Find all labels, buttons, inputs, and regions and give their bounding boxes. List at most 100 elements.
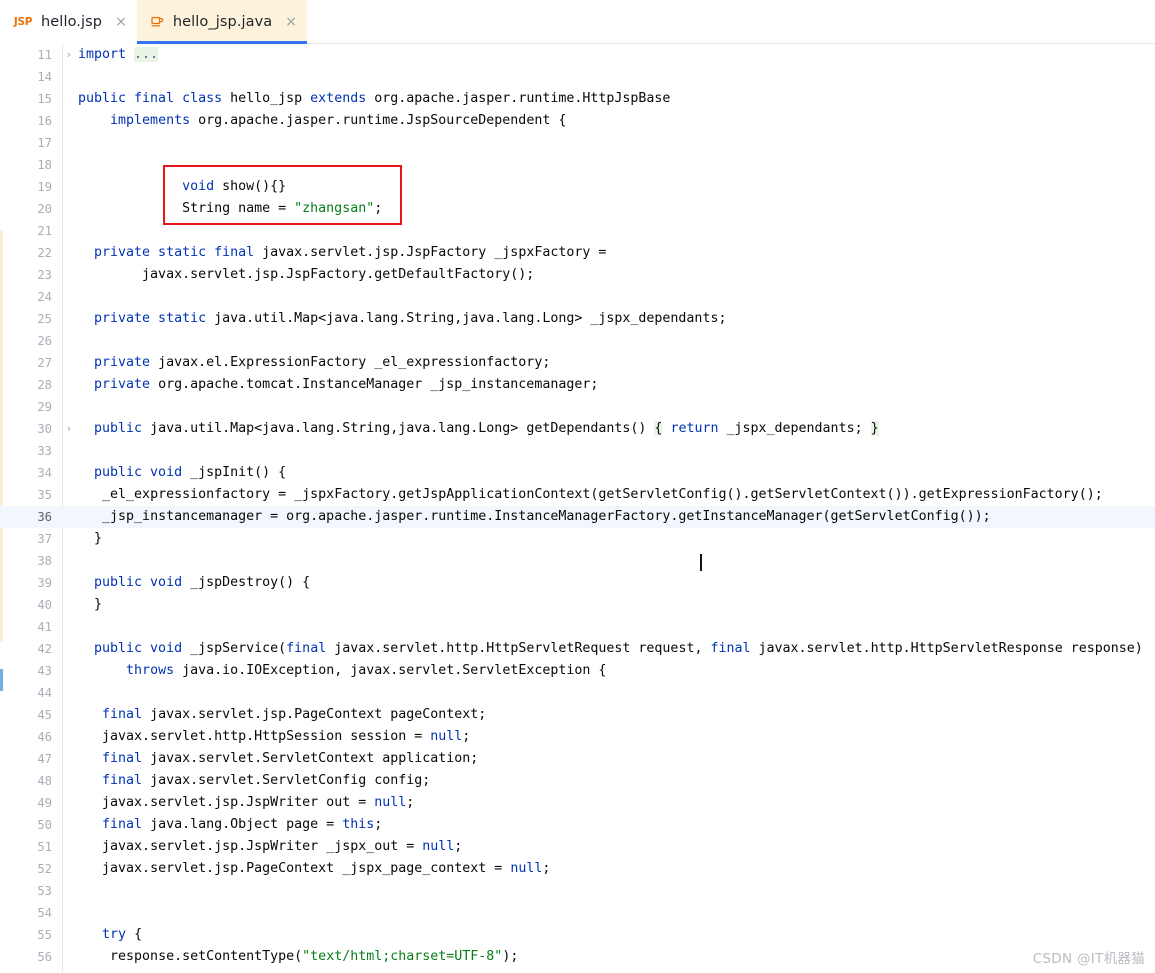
code-token: javax.servlet.http.HttpServletResponse r… <box>750 641 1143 656</box>
line-number: 47 <box>37 752 52 766</box>
code-token: _jspService( <box>190 641 287 656</box>
code-line[interactable]: 52 javax.servlet.jsp.PageContext _jspx_p… <box>0 858 1155 880</box>
code-line[interactable]: 42 public void _jspService(final javax.s… <box>0 638 1155 660</box>
code-line[interactable]: 27 private javax.el.ExpressionFactory _e… <box>0 352 1155 374</box>
code-line[interactable]: 15 public final class hello_jsp extends o… <box>0 88 1155 110</box>
code-line[interactable]: 36 _jsp_instancemanager = org.apache.jas… <box>0 506 1155 528</box>
code-line[interactable]: 22 private static final javax.servlet.js… <box>0 242 1155 264</box>
code-token: ); <box>502 949 519 964</box>
code-token: java.io.IOException, javax.servlet.Servl… <box>174 663 607 678</box>
code-line[interactable]: 56 response.setContentType("text/html;ch… <box>0 946 1155 968</box>
line-number: 44 <box>37 686 52 700</box>
code-token: import <box>78 47 135 62</box>
code-text: final javax.servlet.jsp.PageContext page… <box>78 704 486 726</box>
code-line[interactable]: 35 _el_expressionfactory = _jspxFactory.… <box>0 484 1155 506</box>
code-editor[interactable]: 11 › import ... 14 15 public final class hell… <box>0 44 1155 973</box>
code-token: extends <box>310 91 375 106</box>
code-line[interactable]: 18 <box>0 154 1155 176</box>
code-line[interactable]: 40 } <box>0 594 1155 616</box>
code-line[interactable]: 17 <box>0 132 1155 154</box>
line-number: 20 <box>37 202 52 216</box>
code-line[interactable]: 50 final java.lang.Object page = this; <box>0 814 1155 836</box>
code-text: void show(){} <box>78 176 286 198</box>
code-line[interactable]: 24 <box>0 286 1155 308</box>
code-line[interactable]: 25 private static java.util.Map<java.lan… <box>0 308 1155 330</box>
code-line[interactable]: 20 String name = "zhangsan"; <box>0 198 1155 220</box>
code-line[interactable]: 48 final javax.servlet.ServletConfig con… <box>0 770 1155 792</box>
close-icon[interactable]: × <box>285 15 297 29</box>
line-number: 29 <box>37 400 52 414</box>
code-token: java.util.Map<java.lang.String,java.lang… <box>150 421 655 436</box>
code-text: _el_expressionfactory = _jspxFactory.get… <box>78 484 1103 506</box>
close-icon[interactable]: × <box>115 15 127 29</box>
code-token: javax.servlet.jsp.JspWriter out = <box>102 795 375 810</box>
line-number: 21 <box>37 224 52 238</box>
code-token: null <box>430 729 463 744</box>
line-number: 33 <box>37 444 52 458</box>
code-token: _jspx_dependants; <box>718 421 871 436</box>
code-text: } <box>78 528 102 550</box>
code-token: final <box>102 817 143 832</box>
code-line[interactable]: 46 javax.servlet.http.HttpSession sessio… <box>0 726 1155 748</box>
code-line[interactable]: 37 } <box>0 528 1155 550</box>
line-number: 46 <box>37 730 52 744</box>
code-token: public void <box>94 465 191 480</box>
code-line[interactable]: 41 <box>0 616 1155 638</box>
code-line[interactable]: 30 › public java.util.Map<java.lang.Strin… <box>0 418 1155 440</box>
code-line[interactable]: 11 › import ... <box>0 44 1155 66</box>
code-line[interactable]: 26 <box>0 330 1155 352</box>
line-number: 52 <box>37 862 52 876</box>
code-line[interactable]: 55 try { <box>0 924 1155 946</box>
code-line[interactable]: 16 implements org.apache.jasper.runtime.… <box>0 110 1155 132</box>
line-number: 14 <box>37 70 52 84</box>
code-text: response.setContentType("text/html;chars… <box>78 946 518 968</box>
code-token: ; <box>462 729 471 744</box>
line-number: 16 <box>37 114 52 128</box>
code-line[interactable]: 49 javax.servlet.jsp.JspWriter out = nul… <box>0 792 1155 814</box>
code-text: javax.servlet.jsp.JspWriter out = null; <box>78 792 414 814</box>
code-line[interactable]: 53 <box>0 880 1155 902</box>
line-number: 55 <box>37 928 52 942</box>
code-line[interactable]: 28 private org.apache.tomcat.InstanceMan… <box>0 374 1155 396</box>
line-number: 17 <box>37 136 52 150</box>
tab-hello-jsp[interactable]: JSP hello.jsp × <box>0 0 137 44</box>
code-line[interactable]: 29 <box>0 396 1155 418</box>
code-line[interactable]: 51 javax.servlet.jsp.JspWriter _jspx_out… <box>0 836 1155 858</box>
code-line[interactable]: 14 <box>0 66 1155 88</box>
code-text: private static final javax.servlet.jsp.J… <box>78 242 606 264</box>
code-line[interactable]: 47 final javax.servlet.ServletContext ap… <box>0 748 1155 770</box>
code-token: javax.servlet.ServletContext application… <box>142 751 479 766</box>
code-line[interactable]: 43 throws java.io.IOException, javax.ser… <box>0 660 1155 682</box>
code-line[interactable]: 23 javax.servlet.jsp.JspFactory.getDefau… <box>0 264 1155 286</box>
fold-arrow-icon[interactable]: › <box>62 44 76 66</box>
code-line[interactable]: 39 public void _jspDestroy() { <box>0 572 1155 594</box>
watermark: CSDN @IT机器猫 <box>1032 951 1145 967</box>
code-token: null <box>374 795 407 810</box>
code-line[interactable]: 33 <box>0 440 1155 462</box>
java-file-icon <box>149 14 166 31</box>
code-token: final <box>286 641 327 656</box>
code-line[interactable]: 38 <box>0 550 1155 572</box>
line-number: 40 <box>37 598 52 612</box>
code-token: org.apache.jasper.runtime.JspSourceDepen… <box>198 113 567 128</box>
code-line[interactable]: 45 final javax.servlet.jsp.PageContext p… <box>0 704 1155 726</box>
line-number: 22 <box>37 246 52 260</box>
code-token: "text/html;charset=UTF-8" <box>302 949 503 964</box>
code-token: _el_expressionfactory = _jspxFactory.get… <box>102 487 1103 502</box>
code-line[interactable]: 21 <box>0 220 1155 242</box>
code-line[interactable]: 19 void show(){} <box>0 176 1155 198</box>
code-token: ; <box>542 861 551 876</box>
code-line-list: 11 › import ... 14 15 public final class hell… <box>0 44 1155 968</box>
code-token: javax.servlet.jsp.PageContext pageContex… <box>142 707 487 722</box>
code-token: null <box>422 839 455 854</box>
code-token: ; <box>454 839 463 854</box>
code-line[interactable]: 34 public void _jspInit() { <box>0 462 1155 484</box>
code-line[interactable]: 54 <box>0 902 1155 924</box>
code-token: javax.servlet.jsp.JspFactory.getDefaultF… <box>142 267 535 282</box>
fold-arrow-icon[interactable]: › <box>62 418 76 440</box>
code-token: javax.servlet.jsp.PageContext _jspx_page… <box>102 861 511 876</box>
line-number: 26 <box>37 334 52 348</box>
code-line[interactable]: 44 <box>0 682 1155 704</box>
tab-hello-jsp-java[interactable]: hello_jsp.java × <box>136 0 308 44</box>
line-number: 50 <box>37 818 52 832</box>
